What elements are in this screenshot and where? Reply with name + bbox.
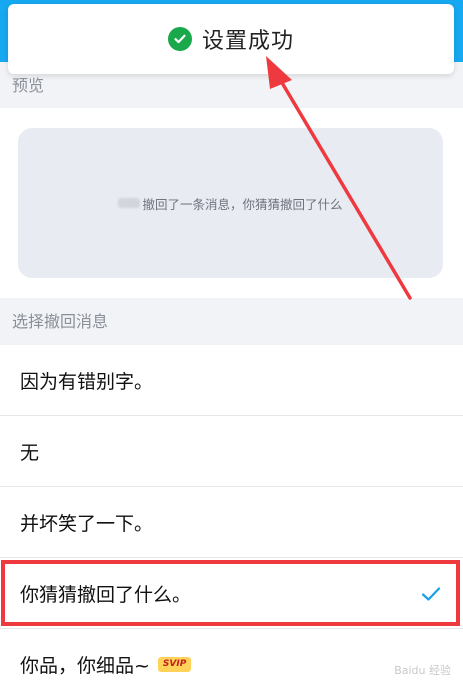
watermark: Baidu 经验 [394, 664, 451, 677]
option-label: 你品，你细品~ [20, 654, 150, 677]
preview-message: 撤回了一条消息，你猜猜撤回了什么 [142, 196, 343, 212]
svip-badge: SVIP [157, 656, 192, 672]
option-label: 并坏笑了一下。 [20, 512, 154, 535]
toast-text: 设置成功 [201, 29, 294, 54]
option-label: 无 [20, 441, 40, 464]
blurred-username [118, 198, 141, 208]
option-typo[interactable]: 因为有错别字。 [0, 345, 463, 415]
options-header: 选择撤回消息 [12, 312, 109, 331]
option-smirk[interactable]: 并坏笑了一下。 [0, 487, 463, 557]
option-none[interactable]: 无 [0, 416, 463, 486]
check-icon [421, 586, 441, 606]
option-guess[interactable]: 你猜猜撤回了什么。 [0, 558, 463, 628]
success-check-icon [167, 27, 192, 51]
success-toast: 设置成功 [8, 4, 454, 74]
option-label: 因为有错别字。 [20, 370, 154, 393]
preview-card: 撤回了一条消息，你猜猜撤回了什么 [18, 128, 443, 278]
option-label: 你猜猜撤回了什么。 [20, 583, 192, 606]
preview-area: 撤回了一条消息，你猜猜撤回了什么 [0, 108, 463, 298]
preview-header: 预览 [12, 76, 45, 95]
